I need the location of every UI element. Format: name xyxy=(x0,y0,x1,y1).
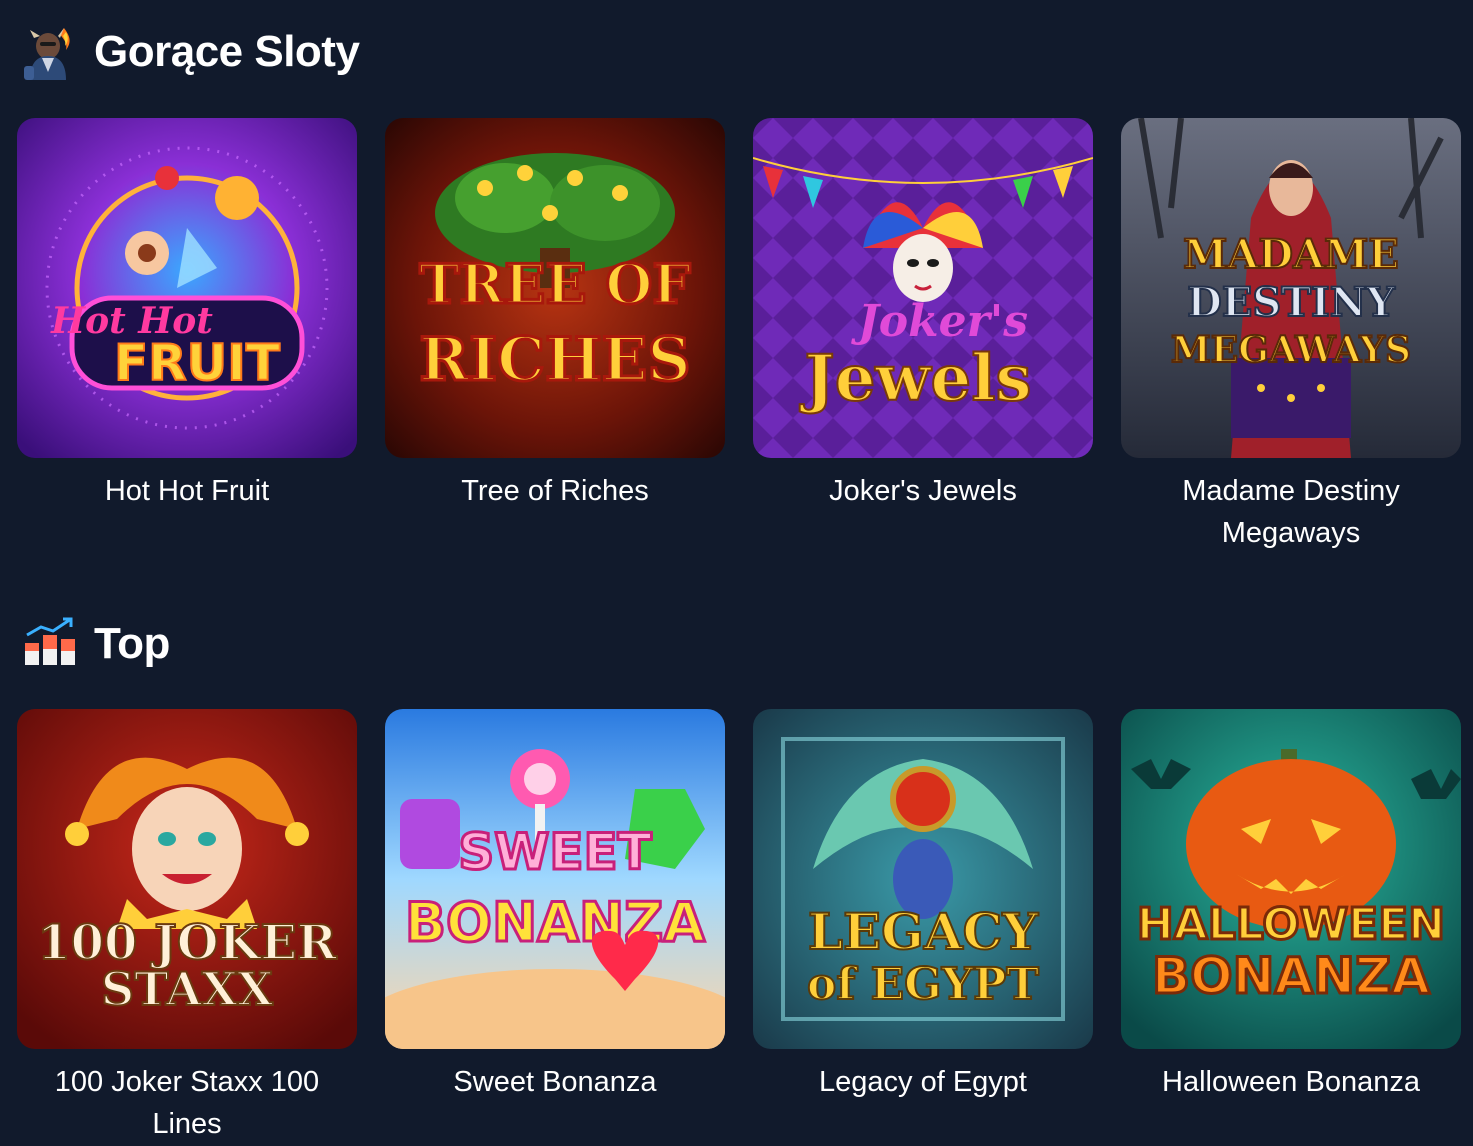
game-art-title: BONANZA xyxy=(1152,947,1430,1005)
section-title: Gorące Sloty xyxy=(94,27,360,76)
game-thumbnail[interactable]: MADAME DESTINY MEGAWAYS xyxy=(1121,118,1461,458)
game-card[interactable]: SWEET BONANZA Sweet Bonanza xyxy=(385,709,725,1145)
game-art-title: SWEET xyxy=(458,823,652,881)
game-art-title: MADAME xyxy=(1183,231,1399,278)
game-art-title: Jewels xyxy=(799,341,1031,416)
game-card[interactable]: HALLOWEEN BONANZA Halloween Bonanza xyxy=(1121,709,1461,1145)
section-header-hot-slots: Gorące Sloty xyxy=(20,20,360,84)
game-thumbnail[interactable]: 100 JOKER STAXX xyxy=(17,709,357,1049)
fire-character-icon xyxy=(20,22,80,82)
game-title[interactable]: Joker's Jewels xyxy=(773,470,1073,512)
game-thumbnail[interactable]: HALLOWEEN BONANZA xyxy=(1121,709,1461,1049)
game-art-title: TREE OF xyxy=(419,252,691,316)
game-card[interactable]: 100 JOKER STAXX 100 Joker Staxx 100 Line… xyxy=(17,709,357,1145)
game-card[interactable]: LEGACY of EGYPT Legacy of Egypt xyxy=(753,709,1093,1145)
game-title[interactable]: Legacy of Egypt xyxy=(773,1061,1073,1103)
game-grid-top: 100 JOKER STAXX 100 Joker Staxx 100 Line… xyxy=(17,709,1461,1145)
game-art-title: BONANZA xyxy=(405,891,705,954)
game-art-title: STAXX xyxy=(101,962,273,1016)
game-title[interactable]: Halloween Bonanza xyxy=(1141,1061,1441,1103)
game-title[interactable]: Sweet Bonanza xyxy=(405,1061,705,1103)
game-title[interactable]: Tree of Riches xyxy=(405,470,705,512)
section-header-top: Top xyxy=(20,612,170,676)
game-art-title: DESTINY xyxy=(1187,279,1395,326)
game-art-title: of EGYPT xyxy=(807,959,1039,1010)
game-art-title: Joker's xyxy=(851,296,1028,347)
game-art-title: MEGAWAYS xyxy=(1171,329,1411,371)
game-title[interactable]: Madame Destiny Megaways xyxy=(1141,470,1441,554)
game-thumbnail[interactable]: Hot Hot FRUIT xyxy=(17,118,357,458)
game-title[interactable]: 100 Joker Staxx 100 Lines xyxy=(37,1061,337,1145)
game-art-title: HALLOWEEN xyxy=(1137,899,1445,950)
game-art-title: FRUIT xyxy=(114,334,280,392)
game-art-title: RICHES xyxy=(419,325,690,395)
game-card[interactable]: MADAME DESTINY MEGAWAYS Madame Destiny M… xyxy=(1121,118,1461,554)
game-thumbnail[interactable]: LEGACY of EGYPT xyxy=(753,709,1093,1049)
game-art-title: LEGACY xyxy=(808,902,1040,961)
page: Gorące Sloty Hot Hot FRUIT Hot Hot Fruit… xyxy=(0,0,1473,1146)
game-card[interactable]: Joker's Jewels Joker's Jewels xyxy=(753,118,1093,554)
game-title[interactable]: Hot Hot Fruit xyxy=(37,470,337,512)
game-thumbnail[interactable]: TREE OF RICHES xyxy=(385,118,725,458)
game-grid-hot: Hot Hot FRUIT Hot Hot Fruit TREE OF RICH… xyxy=(17,118,1461,554)
game-thumbnail[interactable]: SWEET BONANZA xyxy=(385,709,725,1049)
section-title: Top xyxy=(94,619,170,668)
game-thumbnail[interactable]: Joker's Jewels xyxy=(753,118,1093,458)
game-card[interactable]: TREE OF RICHES Tree of Riches xyxy=(385,118,725,554)
trending-chart-icon xyxy=(20,614,80,674)
game-card[interactable]: Hot Hot FRUIT Hot Hot Fruit xyxy=(17,118,357,554)
